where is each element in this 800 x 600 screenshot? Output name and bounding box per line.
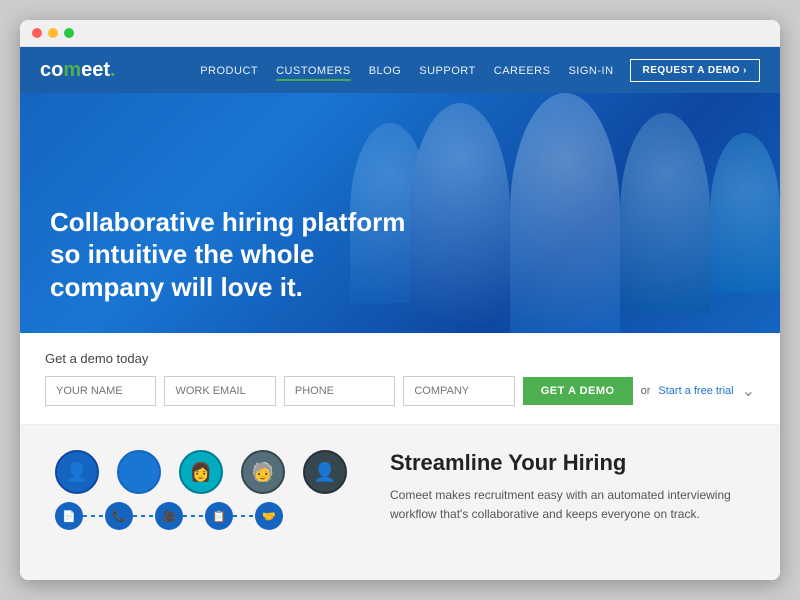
get-demo-button[interactable]: GET A DEMO — [523, 377, 633, 405]
nav-item-support[interactable]: SUPPORT — [419, 61, 475, 79]
company-input[interactable] — [403, 376, 514, 406]
logo-co: co — [40, 59, 63, 82]
avatar-5: 👤 — [303, 450, 347, 494]
demo-section: Get a demo today GET A DEMO or Start a f… — [20, 333, 780, 425]
close-button[interactable] — [32, 28, 42, 38]
or-text: or — [641, 385, 651, 397]
nav-item-customers[interactable]: CUSTOMERS — [276, 61, 351, 79]
hero-section: Collaborative hiring platform so intuiti… — [20, 93, 780, 333]
step-icon-handshake: 🤝 — [255, 502, 283, 530]
logo-dot-accent: m — [63, 59, 81, 82]
streamline-section: 👤 👤 👩 🧓 👤 📄 📞 🎥 📋 🤝 — [20, 425, 780, 580]
step-icon-resume: 📄 — [55, 502, 83, 530]
nav-item-product[interactable]: PRODUCT — [200, 61, 258, 79]
free-trial-link[interactable]: Start a free trial — [658, 385, 733, 397]
browser-chrome — [20, 20, 780, 47]
email-input[interactable] — [164, 376, 275, 406]
steps-row: 📄 📞 🎥 📋 🤝 — [45, 502, 365, 530]
minimize-button[interactable] — [48, 28, 58, 38]
avatar-1: 👤 — [55, 450, 99, 494]
logo[interactable]: comeet. — [40, 59, 116, 82]
avatar-3: 👩 — [179, 450, 223, 494]
hero-person-3 — [510, 93, 620, 333]
step-connector-3 — [183, 515, 205, 517]
phone-input[interactable] — [284, 376, 395, 406]
streamline-text: Streamline Your Hiring Comeet makes recr… — [390, 450, 755, 524]
avatar-4: 🧓 — [241, 450, 285, 494]
streamline-body: Comeet makes recruitment easy with an au… — [390, 486, 755, 524]
request-demo-button[interactable]: REQUEST A DEMO › — [630, 59, 760, 82]
maximize-button[interactable] — [64, 28, 74, 38]
streamline-heading: Streamline Your Hiring — [390, 450, 755, 476]
demo-label: Get a demo today — [45, 351, 755, 366]
demo-form: GET A DEMO or Start a free trial ⌄ — [45, 376, 755, 406]
nav-links: PRODUCT CUSTOMERS BLOG SUPPORT CAREERS S… — [200, 61, 613, 79]
people-row: 👤 👤 👩 🧓 👤 — [45, 450, 365, 494]
step-icon-video: 🎥 — [155, 502, 183, 530]
navbar: comeet. PRODUCT CUSTOMERS BLOG SUPPORT C… — [20, 47, 780, 93]
hero-text: Collaborative hiring platform so intuiti… — [50, 206, 430, 304]
browser-window: comeet. PRODUCT CUSTOMERS BLOG SUPPORT C… — [20, 20, 780, 580]
nav-item-careers[interactable]: CAREERS — [494, 61, 551, 79]
step-icon-phone: 📞 — [105, 502, 133, 530]
avatar-2: 👤 — [117, 450, 161, 494]
hero-person-4 — [620, 113, 710, 313]
browser-content: comeet. PRODUCT CUSTOMERS BLOG SUPPORT C… — [20, 47, 780, 580]
nav-item-blog[interactable]: BLOG — [369, 61, 402, 79]
chevron-down-icon[interactable]: ⌄ — [742, 381, 755, 401]
step-connector-2 — [133, 515, 155, 517]
step-connector-4 — [233, 515, 255, 517]
hero-person-5 — [710, 133, 780, 293]
name-input[interactable] — [45, 376, 156, 406]
logo-meet: eet. — [81, 59, 115, 82]
nav-item-signin[interactable]: SIGN-IN — [568, 61, 613, 79]
step-connector-1 — [83, 515, 105, 517]
icons-flow: 👤 👤 👩 🧓 👤 📄 📞 🎥 📋 🤝 — [45, 450, 365, 530]
hero-headline: Collaborative hiring platform so intuiti… — [50, 206, 430, 304]
step-icon-clipboard: 📋 — [205, 502, 233, 530]
